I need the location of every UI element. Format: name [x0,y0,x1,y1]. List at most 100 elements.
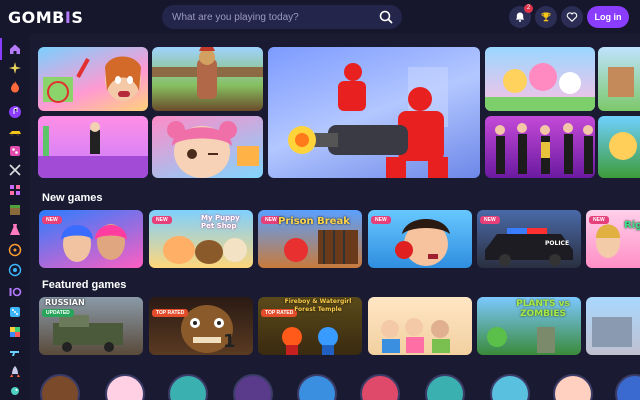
sidebar-item-girls[interactable] [7,222,23,238]
notifications-button[interactable]: 2 [509,4,533,28]
sidebar-item-action[interactable] [7,344,23,360]
game-title: My Puppy Pet Shop [201,214,240,230]
jigsaw-icon [10,327,20,337]
avatar-game-1[interactable] [40,374,80,400]
new-badge: NEW [589,216,609,224]
section-title-featured-games: Featured games [42,279,127,291]
sidebar-item-home[interactable] [0,38,23,60]
bird-icon [11,387,19,395]
sidebar-item-jigsaw[interactable] [7,324,23,340]
bell-icon [515,12,525,22]
game-title: Fireboy & Watergirl Forest Temple [284,298,352,313]
game-thumbnail [38,122,148,178]
game-thumbnail [288,63,448,178]
avatar-game-8[interactable] [490,374,530,400]
sidebar-item-minecraft[interactable] [7,202,23,218]
game-card-featured-1[interactable]: RUSSIAN UPDATED [39,297,143,355]
game-thumbnail [592,317,632,347]
sidebar-item-puzzle[interactable] [7,143,23,159]
game-thumbnail [609,132,637,160]
game-card-featured-3[interactable]: TOP RATED Fireboy & Watergirl Forest Tem… [258,297,362,355]
hero-tile-obby[interactable] [38,116,148,178]
sports-car-icon [9,131,21,137]
game-title: RUSSIAN [45,298,85,307]
sidebar-item-racing[interactable] [7,242,23,258]
game-thumbnail [43,56,141,103]
search-icon[interactable] [378,9,394,25]
shooter-icon [10,351,19,356]
sidebar-item-casual[interactable] [7,182,23,198]
sidebar-item-board[interactable] [7,304,23,320]
game-card-featured-5[interactable]: PLANTS vs ZOMBIES [477,297,581,355]
game-card-featured-4[interactable] [368,297,472,355]
game-thumbnail [152,47,263,99]
sidebar-item-fighting[interactable] [7,162,23,178]
login-button[interactable]: Log in [587,6,629,28]
avatar-game-9[interactable] [553,374,593,400]
category-sidebar [0,34,30,400]
avatar-game-6[interactable] [360,374,400,400]
game-thumbnail [167,121,259,178]
dress-icon [10,224,20,235]
sidebar-item-trending[interactable] [7,79,23,95]
dice-icon [10,307,20,317]
home-icon [10,44,20,54]
heart-icon [566,12,578,22]
new-badge: NEW [42,216,62,224]
game-card-new-1[interactable]: NEW [39,210,143,268]
top-bar: GOMBIS 2 Log in [0,0,640,34]
hero-tile-pets[interactable] [485,47,595,111]
game-card-new-6[interactable]: NEW Rig [586,210,640,268]
avatar-game-5[interactable] [297,374,337,400]
hero-tile-featured-shooter[interactable] [268,47,480,178]
io-icon [9,287,22,297]
minecraft-icon [10,205,20,215]
favorites-button[interactable] [561,6,583,28]
game-thumbnail [608,67,634,97]
game-title: Rig [624,220,640,231]
game-card-new-3[interactable]: NEW Prison Break [258,210,362,268]
grid-icon [10,185,20,195]
hero-tile-girl-wink[interactable] [152,116,263,178]
trophy-button[interactable] [535,6,557,28]
hero-tile-partial-2[interactable] [598,116,640,178]
sidebar-item-shooting[interactable] [7,262,23,278]
game-thumbnail [495,123,593,174]
section-title-new-games: New games [42,192,103,204]
swords-icon [9,164,21,176]
game-card-new-4[interactable]: NEW [368,210,472,268]
search-input[interactable] [172,9,372,25]
hero-tile-fashion[interactable] [485,116,595,178]
avatar-game-10[interactable] [615,374,640,400]
avatar-game-4[interactable] [233,374,273,400]
sidebar-item-arcade[interactable] [7,382,23,398]
site-logo[interactable]: GOMBIS [8,8,83,27]
hero-tile-partial-1[interactable] [598,47,640,111]
sidebar-item-music[interactable] [7,104,23,120]
avatar-game-2[interactable] [105,374,145,400]
avatar-game-7[interactable] [425,374,465,400]
game-title: POLICE [545,240,570,247]
search-bar[interactable] [162,5,402,29]
hero-tile-gladiator[interactable] [152,47,263,111]
game-card-featured-6[interactable] [586,297,640,355]
sidebar-item-adventure[interactable] [7,364,23,380]
hero-tile-town[interactable] [38,47,148,111]
game-card-featured-2[interactable]: TOP RATED 1 [149,297,253,355]
updated-badge: UPDATED [42,309,74,317]
avatar-game-3[interactable] [168,374,208,400]
trophy-icon [541,12,551,22]
notification-count-badge: 2 [524,4,533,13]
new-badge: NEW [152,216,172,224]
new-badge: NEW [371,216,391,224]
sidebar-item-io[interactable] [7,284,23,300]
game-thumbnail [381,318,450,353]
music-icon [9,106,21,118]
game-title: PLANTS vs ZOMBIES [516,299,570,319]
fire-icon [11,81,19,93]
sidebar-item-cars[interactable] [7,124,23,140]
racing-icon [8,243,22,257]
game-card-new-5[interactable]: NEW POLICE [477,210,581,268]
game-card-new-2[interactable]: NEW My Puppy Pet Shop [149,210,253,268]
sidebar-item-new[interactable] [7,60,23,76]
